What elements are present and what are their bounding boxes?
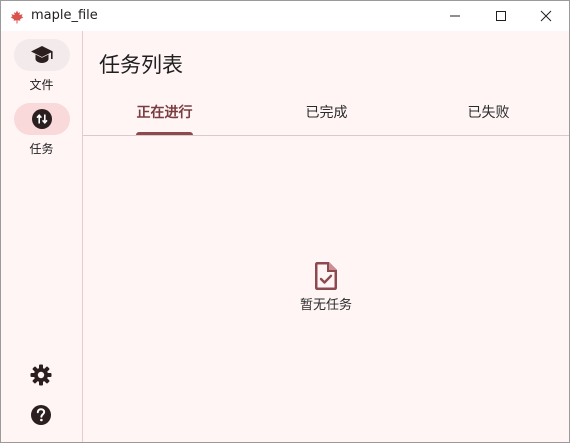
title-bar: maple_file bbox=[1, 1, 569, 31]
window-title: maple_file bbox=[31, 8, 98, 23]
sidebar-item-label: 任务 bbox=[29, 142, 54, 156]
nav-pill[interactable] bbox=[13, 39, 70, 71]
empty-state: 暂无任务 bbox=[83, 261, 569, 313]
active-tab-indicator bbox=[136, 132, 193, 135]
gear-icon bbox=[30, 364, 52, 386]
page-title: 任务列表 bbox=[99, 53, 183, 77]
minimize-button[interactable] bbox=[432, 1, 478, 31]
settings-button[interactable] bbox=[29, 363, 53, 387]
sidebar-item-files[interactable]: 文件 bbox=[13, 39, 70, 93]
tab-completed[interactable]: 已完成 bbox=[287, 93, 366, 135]
tab-in-progress[interactable]: 正在进行 bbox=[125, 93, 204, 135]
maximize-button[interactable] bbox=[478, 1, 524, 31]
graduation-cap-icon bbox=[30, 46, 53, 63]
main-content: 任务列表 正在进行 已完成 已失败 暂无任务 bbox=[83, 31, 569, 442]
sidebar-item-tasks[interactable]: 任务 bbox=[13, 103, 70, 157]
app-window: maple_file 文件 任务 任务列表 正在进行 已完成 已失败 暂无任务 bbox=[0, 0, 570, 443]
file-check-icon bbox=[315, 262, 337, 290]
nav-pill-active[interactable] bbox=[13, 103, 70, 135]
empty-state-text: 暂无任务 bbox=[299, 298, 352, 313]
help-icon bbox=[31, 405, 51, 425]
tab-failed[interactable]: 已失败 bbox=[449, 93, 528, 135]
sidebar-item-label: 文件 bbox=[29, 78, 54, 92]
help-button[interactable] bbox=[29, 403, 53, 427]
maple-leaf-icon bbox=[10, 9, 24, 24]
swap-vertical-icon bbox=[31, 109, 52, 129]
minimize-icon bbox=[450, 15, 460, 17]
close-button[interactable] bbox=[523, 1, 569, 31]
sidebar: 文件 任务 bbox=[1, 31, 83, 442]
maximize-icon bbox=[496, 11, 506, 21]
tab-bar: 正在进行 已完成 已失败 bbox=[83, 93, 569, 136]
close-icon bbox=[540, 10, 552, 22]
